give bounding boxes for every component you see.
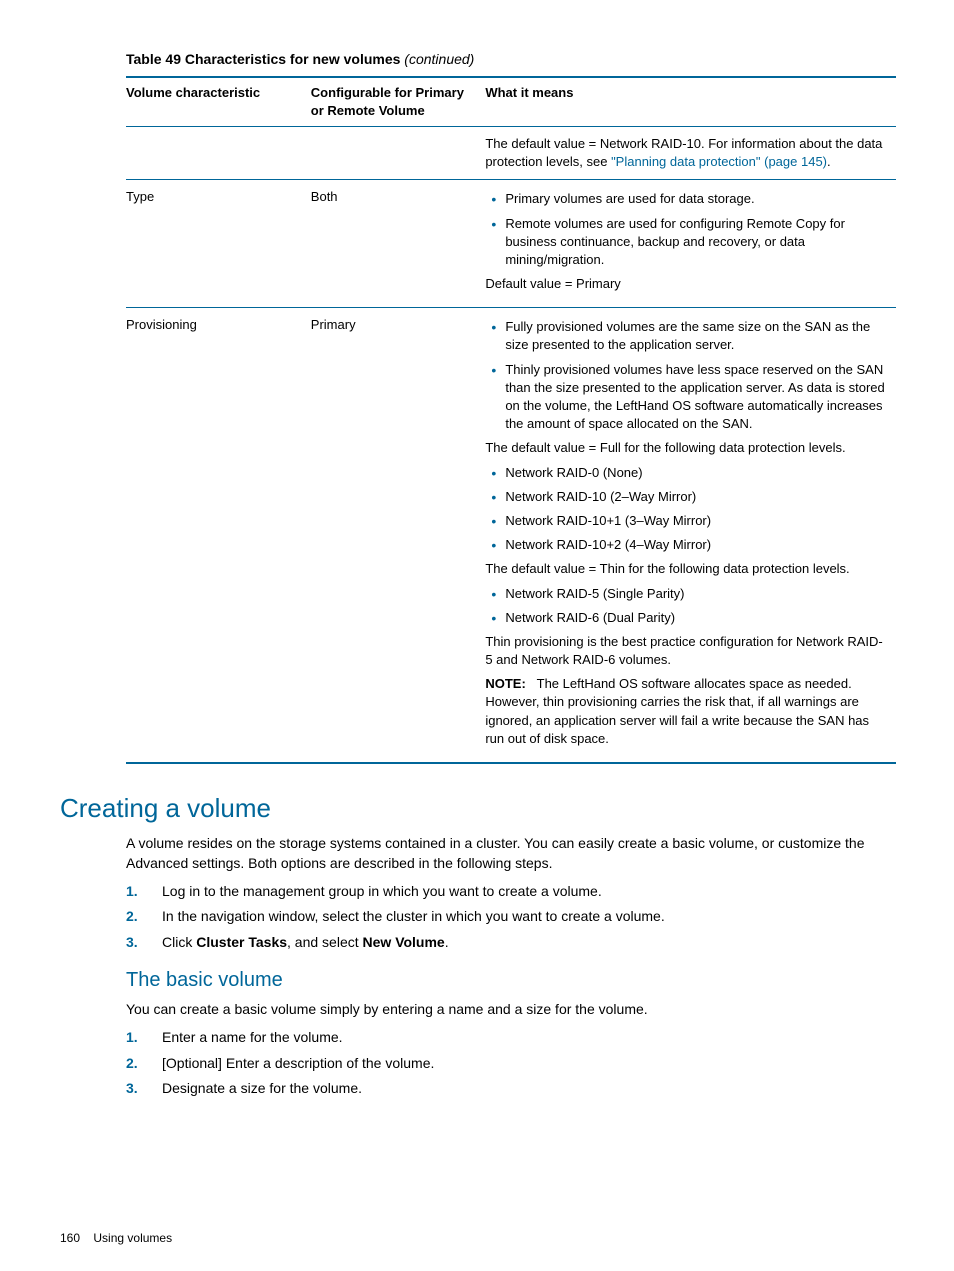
note: NOTE: The LeftHand OS software allocates… bbox=[485, 675, 886, 748]
text: Default value = Primary bbox=[485, 275, 886, 293]
list-item: Log in to the management group in which … bbox=[162, 882, 894, 902]
page-number: 160 bbox=[60, 1231, 80, 1245]
ordered-list: Enter a name for the volume. [Optional] … bbox=[126, 1028, 894, 1099]
bold-text: Cluster Tasks bbox=[196, 934, 287, 950]
note-label: NOTE: bbox=[485, 676, 525, 691]
table-row: Provisioning Primary Fully provisioned v… bbox=[126, 308, 896, 763]
paragraph: A volume resides on the storage systems … bbox=[126, 834, 894, 873]
list-item: Network RAID-0 (None) bbox=[505, 464, 886, 482]
cell-meaning: Primary volumes are used for data storag… bbox=[485, 180, 896, 308]
list-item: Designate a size for the volume. bbox=[162, 1079, 894, 1099]
list-item: In the navigation window, select the clu… bbox=[162, 907, 894, 927]
text: Thin provisioning is the best practice c… bbox=[485, 633, 886, 669]
bullet-list: Network RAID-0 (None) Network RAID-10 (2… bbox=[485, 464, 886, 555]
cell-characteristic bbox=[126, 126, 311, 179]
bold-text: New Volume bbox=[363, 934, 445, 950]
table-caption: Table 49 Characteristics for new volumes… bbox=[126, 50, 894, 70]
cell-meaning: The default value = Network RAID-10. For… bbox=[485, 126, 896, 179]
heading-the-basic-volume: The basic volume bbox=[126, 966, 894, 994]
cell-meaning: Fully provisioned volumes are the same s… bbox=[485, 308, 896, 763]
ordered-list: Log in to the management group in which … bbox=[126, 882, 894, 953]
heading-creating-a-volume: Creating a volume bbox=[60, 790, 894, 826]
th-what-it-means: What it means bbox=[485, 77, 896, 127]
paragraph: You can create a basic volume simply by … bbox=[126, 1000, 894, 1020]
caption-text: Table 49 Characteristics for new volumes bbox=[126, 51, 404, 67]
page-footer: 160 Using volumes bbox=[60, 1230, 172, 1247]
caption-continued: (continued) bbox=[404, 51, 474, 67]
link-planning-data-protection[interactable]: "Planning data protection" (page 145) bbox=[611, 154, 827, 169]
cell-characteristic: Provisioning bbox=[126, 308, 311, 763]
list-item: Primary volumes are used for data storag… bbox=[505, 190, 886, 208]
text: The default value = Thin for the followi… bbox=[485, 560, 886, 578]
cell-configurable: Both bbox=[311, 180, 486, 308]
cell-configurable: Primary bbox=[311, 308, 486, 763]
th-volume-characteristic: Volume characteristic bbox=[126, 77, 311, 127]
list-item: Enter a name for the volume. bbox=[162, 1028, 894, 1048]
page: Table 49 Characteristics for new volumes… bbox=[0, 0, 954, 1271]
list-item: Network RAID-10+2 (4–Way Mirror) bbox=[505, 536, 886, 554]
bullet-list: Network RAID-5 (Single Parity) Network R… bbox=[485, 585, 886, 627]
list-item: Thinly provisioned volumes have less spa… bbox=[505, 361, 886, 434]
note-text: The LeftHand OS software allocates space… bbox=[485, 676, 869, 746]
text: . bbox=[827, 154, 831, 169]
table-row: The default value = Network RAID-10. For… bbox=[126, 126, 896, 179]
list-item: Remote volumes are used for configuring … bbox=[505, 215, 886, 270]
list-item: Network RAID-10 (2–Way Mirror) bbox=[505, 488, 886, 506]
list-item: Fully provisioned volumes are the same s… bbox=[505, 318, 886, 354]
th-configurable: Configurable for Primary or Remote Volum… bbox=[311, 77, 486, 127]
cell-characteristic: Type bbox=[126, 180, 311, 308]
bullet-list: Primary volumes are used for data storag… bbox=[485, 190, 886, 269]
running-header: Using volumes bbox=[93, 1231, 172, 1245]
volume-characteristics-table: Volume characteristic Configurable for P… bbox=[126, 76, 896, 764]
list-item: [Optional] Enter a description of the vo… bbox=[162, 1054, 894, 1074]
list-item: Network RAID-10+1 (3–Way Mirror) bbox=[505, 512, 886, 530]
cell-configurable bbox=[311, 126, 486, 179]
bullet-list: Fully provisioned volumes are the same s… bbox=[485, 318, 886, 433]
list-item: Network RAID-5 (Single Parity) bbox=[505, 585, 886, 603]
text: Click bbox=[162, 934, 196, 950]
text: . bbox=[445, 934, 449, 950]
list-item: Network RAID-6 (Dual Parity) bbox=[505, 609, 886, 627]
table-row: Type Both Primary volumes are used for d… bbox=[126, 180, 896, 308]
list-item: Click Cluster Tasks, and select New Volu… bbox=[162, 933, 894, 953]
text: , and select bbox=[287, 934, 363, 950]
text: The default value = Full for the followi… bbox=[485, 439, 886, 457]
